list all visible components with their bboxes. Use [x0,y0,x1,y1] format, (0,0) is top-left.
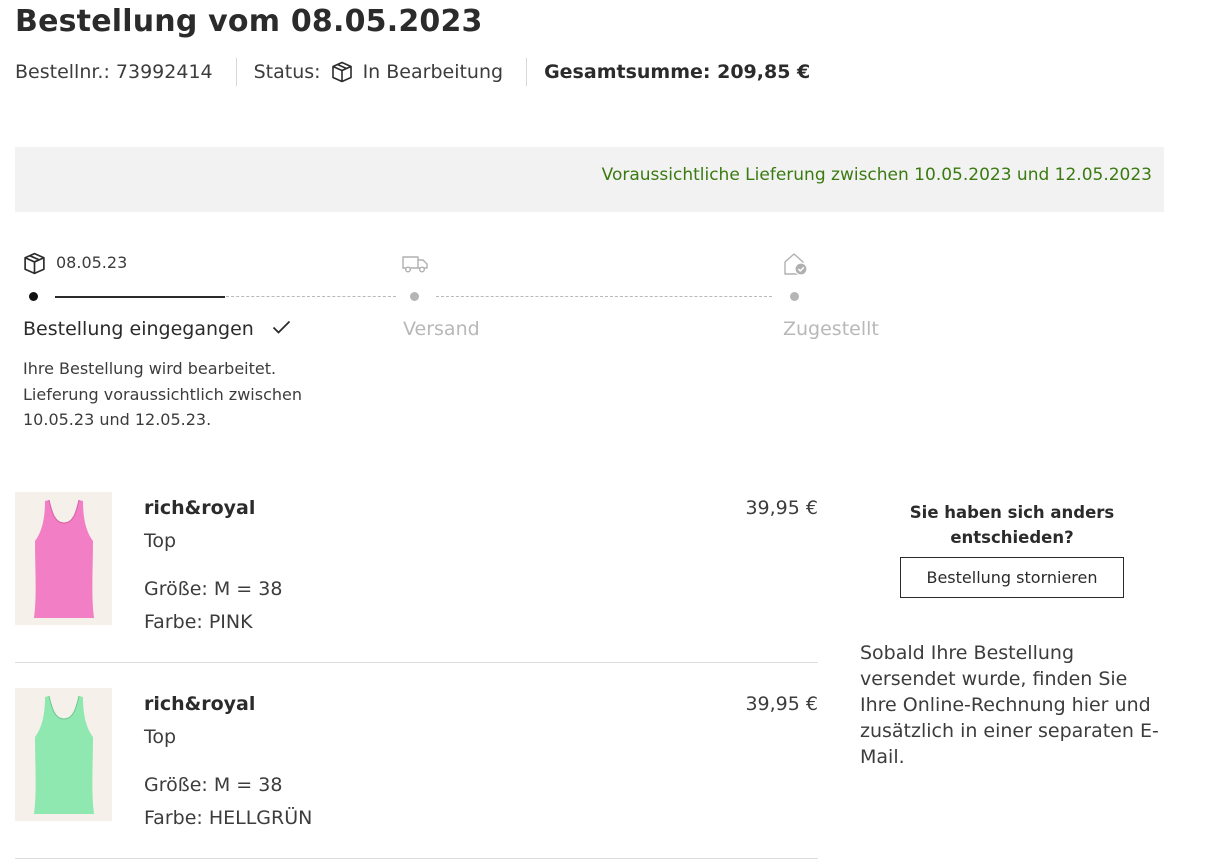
page-title: Bestellung vom 08.05.2023 [15,4,483,39]
step-label-shipping: Versand [403,318,480,340]
step-label-delivered: Zugestellt [783,318,879,340]
divider [235,58,237,86]
status-label: Status: [253,61,321,83]
product-price: 39,95 € [745,497,818,519]
order-number: Bestellnr.: 73992414 [15,61,213,83]
order-item[interactable]: rich&royal Top Größe: M = 38 Farbe: PINK… [15,492,818,663]
product-image[interactable] [15,492,112,625]
cancel-order-button[interactable]: Bestellung stornieren [900,557,1124,598]
progress-line-complete [55,296,225,298]
delivered-house-icon [782,251,809,282]
product-image[interactable] [15,688,112,821]
status-value: In Bearbeitung [362,61,504,83]
product-type: Top [144,726,177,748]
product-price: 39,95 € [745,693,818,715]
step-description: Ihre Bestellung wird bearbeitet. Lieferu… [23,359,302,429]
checkmark-icon [272,320,291,339]
product-type: Top [144,530,177,552]
step-dot-done [29,292,38,301]
step-dot-pending [410,292,419,301]
cancel-question: Sie haben sich anders entschieden? [909,503,1115,547]
cancel-order-panel: Sie haben sich anders entschieden? Beste… [860,500,1164,598]
product-color: Farbe: PINK [144,611,253,633]
delivery-estimate-text: Voraussichtliche Lieferung zwischen 10.0… [601,165,1152,185]
order-item[interactable]: rich&royal Top Größe: M = 38 Farbe: HELL… [15,688,818,859]
order-total: Gesamtsumme: 209,85 € [544,61,811,83]
progress-line-pending [226,296,396,297]
order-tracker: 08.05.23 Bestellung eingegangen Versand … [0,240,1226,440]
progress-line-pending [436,296,772,297]
delivery-estimate-banner: Voraussichtliche Lieferung zwischen 10.0… [15,147,1164,212]
invoice-note: Sobald Ihre Bestellung versendet wurde, … [860,642,1159,768]
package-icon [330,60,354,84]
order-date: 08.05.23 [56,253,128,272]
truck-icon [402,253,429,279]
product-brand[interactable]: rich&royal [144,693,255,715]
order-meta: Bestellnr.: 73992414 Status: In Bearbeit… [15,58,810,86]
step-dot-pending [790,292,799,301]
product-color: Farbe: HELLGRÜN [144,807,313,829]
product-size: Größe: M = 38 [144,578,283,600]
package-icon [22,251,47,280]
step-label-ordered: Bestellung eingegangen [23,318,254,340]
product-size: Größe: M = 38 [144,774,283,796]
product-brand[interactable]: rich&royal [144,497,255,519]
divider [526,58,528,86]
